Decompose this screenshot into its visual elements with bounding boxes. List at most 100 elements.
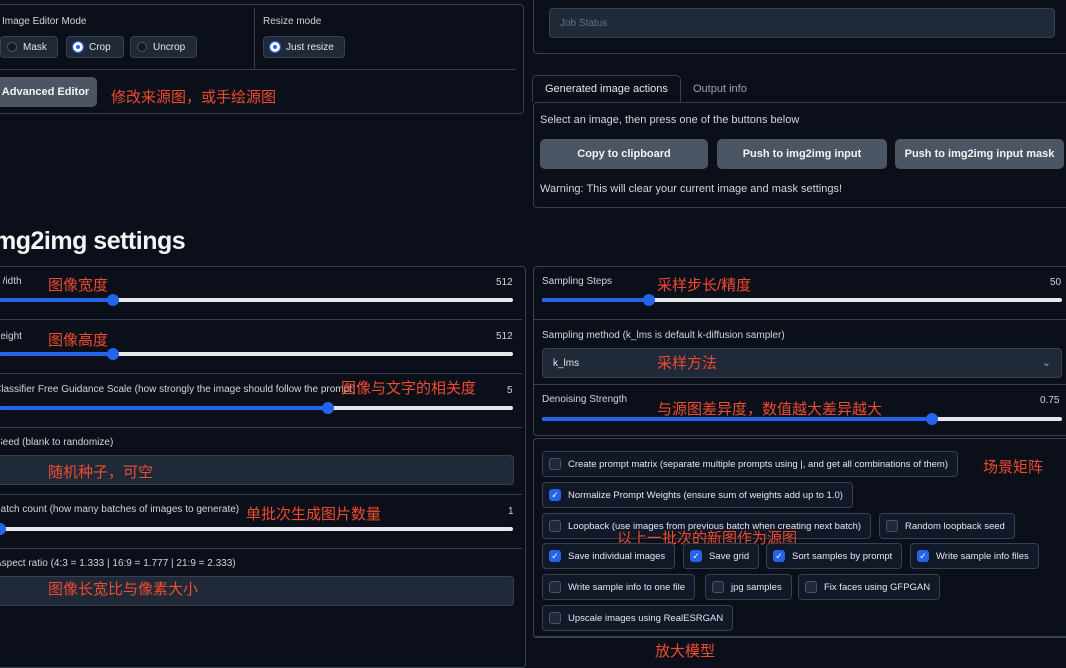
jpg-samples-checkbox[interactable]: jpg samples	[705, 574, 792, 600]
cfg-scale-slider[interactable]	[0, 402, 513, 414]
save-individual-images-checkbox[interactable]: Save individual images	[542, 543, 676, 569]
aspect-ratio-annotation: 图像长宽比与像素大小	[48, 581, 199, 598]
denoising-strength-annotation: 与源图差异度，数值越大差异越大	[657, 401, 883, 418]
slider-handle[interactable]	[106, 348, 119, 360]
width-label: Width	[3, 276, 22, 287]
slider-fill	[0, 352, 113, 356]
actions-instructions: Select an image, then press one of the b…	[540, 114, 800, 126]
sampling-method-value: k_lms	[553, 357, 580, 369]
copy-to-clipboard-button[interactable]: Copy to clipboard	[540, 139, 708, 169]
seed-label: Seed (blank to randomize)	[0, 437, 114, 448]
setting-divider	[0, 373, 522, 374]
width-value: 512	[496, 277, 513, 288]
height-slider[interactable]	[0, 348, 513, 360]
setting-divider	[0, 494, 522, 495]
checkbox-box	[886, 520, 898, 532]
save-grid-checkbox[interactable]: Save grid	[683, 543, 760, 569]
radio-dot	[137, 42, 147, 52]
checkbox-box-checked	[690, 550, 702, 562]
checkbox-box	[549, 581, 561, 593]
push-to-img2img-input-button[interactable]: Push to img2img input	[717, 139, 887, 169]
editor-mode-label: Image Editor Mode	[2, 16, 87, 27]
sampling-method-select[interactable]: k_lms ⌄	[542, 348, 1062, 378]
cfg-scale-value: 5	[507, 385, 513, 396]
checkbox-box-checked	[549, 550, 561, 562]
radio-dot-selected	[72, 41, 84, 53]
batch-count-annotation: 单批次生成图片数量	[246, 506, 382, 523]
normalize-prompt-weights-checkbox[interactable]: Normalize Prompt Weights (ensure sum of …	[542, 482, 853, 508]
batch-count-label: Batch count (how many batches of images …	[0, 504, 240, 515]
tab-generated-image-actions[interactable]: Generated image actions	[532, 75, 681, 102]
editor-mode-vertical-divider	[254, 8, 255, 68]
checkbox-label: Save individual images	[568, 550, 666, 562]
setting-divider	[0, 427, 522, 428]
sampling-steps-annotation: 采样步长/精度	[657, 277, 752, 294]
cfg-scale-annotation: 图像与文字的相关度	[341, 380, 477, 397]
radio-label: Uncrop	[153, 41, 186, 53]
advanced-editor-annotation: 修改来源图，或手绘源图	[111, 89, 277, 106]
mode-crop-radio[interactable]: Crop	[66, 36, 124, 58]
height-label: Height	[0, 331, 22, 342]
cfg-scale-label: Classifier Free Guidance Scale (how stro…	[0, 384, 356, 395]
resize-just-resize-radio[interactable]: Just resize	[263, 36, 345, 58]
sort-samples-by-prompt-checkbox[interactable]: Sort samples by prompt	[766, 543, 903, 569]
page-title: mg2img settings	[0, 227, 186, 255]
radio-label: Crop	[89, 41, 111, 53]
create-prompt-matrix-checkbox[interactable]: Create prompt matrix (separate multiple …	[542, 451, 958, 477]
fix-faces-gfpgan-checkbox[interactable]: Fix faces using GFPGAN	[798, 574, 941, 600]
checkbox-label: jpg samples	[731, 581, 782, 593]
radio-label: Mask	[23, 41, 47, 53]
write-sample-info-files-checkbox[interactable]: Write sample info files	[910, 543, 1039, 569]
tab-output-info[interactable]: Output info	[693, 83, 747, 95]
slider-fill	[542, 298, 650, 302]
batch-count-slider[interactable]	[0, 523, 513, 535]
slider-handle[interactable]	[643, 294, 656, 306]
advanced-editor-button[interactable]: Advanced Editor	[0, 77, 97, 107]
checkbox-box-checked	[549, 489, 561, 501]
checkbox-label: Write sample info files	[936, 550, 1029, 562]
write-sample-info-one-file-checkbox[interactable]: Write sample info to one file	[542, 574, 696, 600]
sampling-steps-value: 50	[1050, 277, 1062, 288]
aspect-ratio-label: Aspect ratio (4:3 = 1.333 | 16:9 = 1.777…	[0, 558, 236, 569]
checkbox-label: Upscale images using RealESRGAN	[568, 612, 724, 624]
sampling-steps-slider[interactable]	[542, 294, 1062, 306]
height-annotation: 图像高度	[48, 332, 109, 349]
mode-mask-radio[interactable]: Mask	[0, 36, 58, 58]
checkbox-label: Sort samples by prompt	[792, 550, 893, 562]
checkbox-label: Create prompt matrix (separate multiple …	[568, 458, 948, 470]
checkbox-label: Save grid	[709, 550, 750, 562]
upscale-realesrgan-checkbox[interactable]: Upscale images using RealESRGAN	[542, 605, 734, 631]
seed-annotation: 随机种子，可空	[48, 464, 154, 481]
slider-fill	[0, 406, 329, 410]
slider-handle[interactable]	[926, 413, 938, 425]
sampling-method-label: Sampling method (k_lms is default k-diff…	[542, 330, 785, 341]
setting-divider	[534, 384, 1066, 385]
random-loopback-seed-checkbox[interactable]: Random loopback seed	[879, 513, 1015, 539]
width-slider[interactable]	[0, 294, 513, 306]
checkbox-label: Normalize Prompt Weights (ensure sum of …	[568, 489, 843, 501]
options-bottom-divider	[534, 636, 1066, 637]
push-to-img2img-mask-button[interactable]: Push to img2img input mask	[895, 139, 1064, 169]
setting-divider	[0, 319, 522, 320]
radio-dot	[7, 42, 17, 52]
denoising-strength-label: Denoising Strength	[542, 394, 628, 405]
checkbox-box	[549, 612, 561, 624]
top-left-inner-divider	[0, 69, 516, 70]
radio-label: Just resize	[286, 41, 334, 53]
slider-handle[interactable]	[106, 294, 119, 306]
batch-count-value: 1	[508, 506, 514, 517]
slider-fill	[542, 417, 932, 421]
radio-dot-selected	[269, 41, 281, 53]
checkbox-box	[549, 458, 561, 470]
denoising-strength-slider[interactable]	[542, 413, 1062, 425]
width-annotation: 图像宽度	[48, 277, 109, 294]
resize-mode-label: Resize mode	[263, 16, 322, 27]
checkbox-box	[805, 581, 817, 593]
mode-uncrop-radio[interactable]: Uncrop	[130, 36, 197, 58]
denoising-strength-value: 0.75	[1040, 395, 1060, 406]
prompt-matrix-annotation: 场景矩阵	[983, 459, 1044, 476]
height-value: 512	[496, 331, 513, 342]
setting-divider	[534, 319, 1066, 320]
checkbox-box-checked	[773, 550, 785, 562]
upscale-model-annotation: 放大模型	[655, 643, 716, 660]
